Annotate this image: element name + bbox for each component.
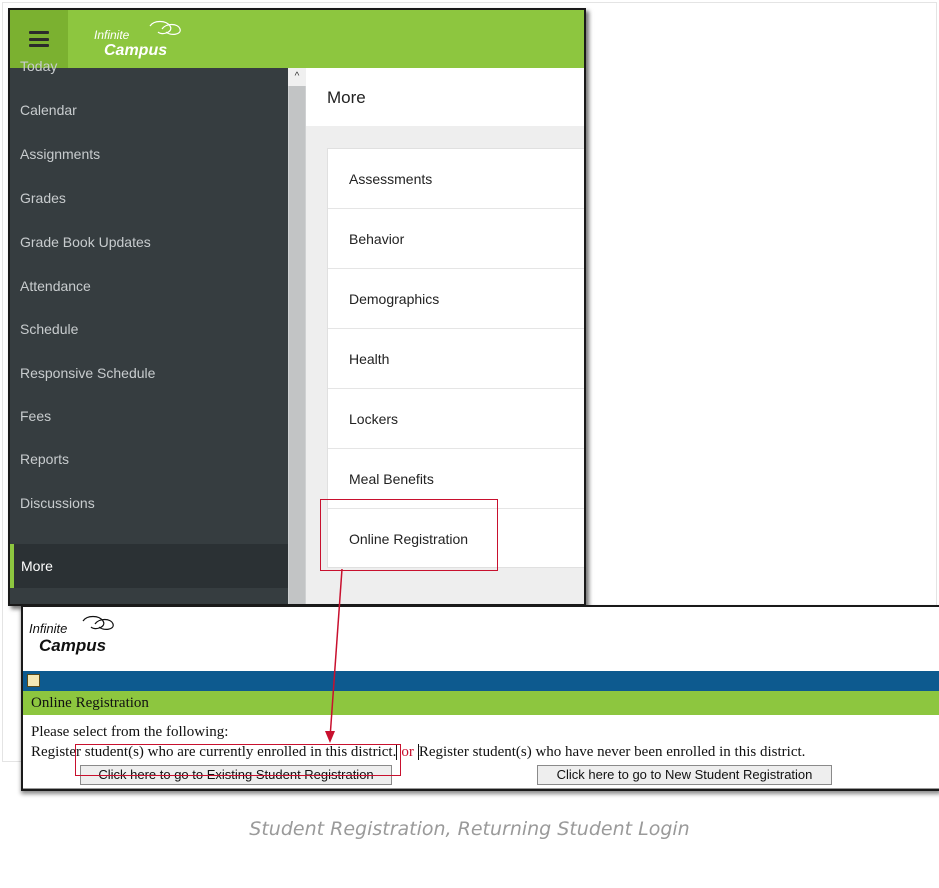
figure-caption: Student Registration, Returning Student … [249, 818, 690, 840]
annotation-arrow [325, 568, 343, 743]
